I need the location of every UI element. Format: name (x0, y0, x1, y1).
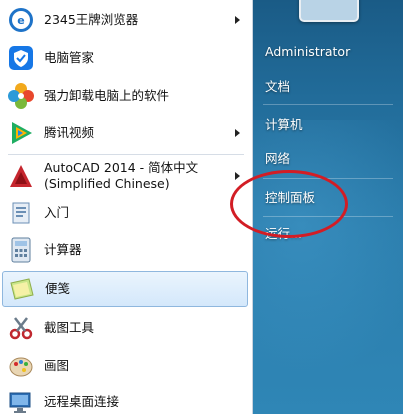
user-name-link[interactable]: Administrator (265, 44, 350, 60)
network-link[interactable]: 网络 (265, 151, 290, 167)
program-label: 便笺 (45, 281, 71, 296)
snipping-tool-icon (6, 313, 36, 343)
submenu-arrow-icon[interactable] (235, 129, 240, 137)
flower-uninstall-icon (6, 81, 36, 111)
program-uninstaller[interactable]: 强力卸载电脑上的软件 (2, 80, 248, 112)
user-picture[interactable] (299, 0, 359, 22)
annotation-circle (230, 170, 348, 238)
shield-icon (6, 43, 36, 73)
program-autocad[interactable]: AutoCAD 2014 - 简体中文 (Simplified Chinese) (2, 158, 248, 194)
remote-desktop-icon (6, 387, 36, 417)
program-label: 计算器 (44, 242, 82, 257)
program-label: 电脑管家 (44, 50, 95, 65)
program-label: 入门 (44, 205, 70, 220)
program-2345-browser[interactable]: e 2345王牌浏览器 (2, 4, 248, 36)
program-label: 2345王牌浏览器 (44, 12, 139, 27)
program-paint[interactable]: 画图 (2, 350, 248, 382)
computer-link[interactable]: 计算机 (265, 117, 303, 133)
calculator-icon (6, 235, 36, 265)
program-getting-started[interactable]: 入门 (2, 197, 248, 229)
program-snipping-tool[interactable]: 截图工具 (2, 312, 248, 344)
program-pc-manager[interactable]: 电脑管家 (2, 42, 248, 74)
video-play-icon (6, 118, 36, 148)
program-label: 强力卸载电脑上的软件 (44, 88, 170, 103)
svg-text:e: e (17, 14, 24, 27)
program-remote-desktop[interactable]: 远程桌面连接 (2, 387, 248, 417)
separator (263, 104, 393, 105)
program-sticky-notes[interactable]: 便笺 (2, 271, 248, 307)
browser-2345-icon: e (6, 5, 36, 35)
documents-link[interactable]: 文档 (265, 79, 290, 95)
program-label: 腾讯视频 (44, 125, 95, 140)
program-label: 画图 (44, 358, 70, 373)
sticky-notes-icon (7, 274, 37, 304)
program-tencent-video[interactable]: 腾讯视频 (2, 117, 248, 149)
programs-pane: e 2345王牌浏览器 电脑管家 强力卸载电脑上的软件 腾讯视频 AutoCAD… (0, 0, 253, 414)
submenu-arrow-icon[interactable] (235, 172, 240, 180)
submenu-arrow-icon[interactable] (235, 16, 240, 24)
program-label: 截图工具 (44, 320, 95, 335)
separator (8, 154, 244, 155)
program-label: AutoCAD 2014 - 简体中文 (44, 160, 199, 175)
paint-palette-icon (6, 351, 36, 381)
autocad-icon (6, 161, 36, 191)
program-calculator[interactable]: 计算器 (2, 234, 248, 266)
program-label-group: AutoCAD 2014 - 简体中文 (Simplified Chinese) (44, 160, 198, 192)
program-label: 远程桌面连接 (44, 394, 120, 409)
program-label-secondary: (Simplified Chinese) (44, 176, 170, 191)
getting-started-icon (6, 198, 36, 228)
